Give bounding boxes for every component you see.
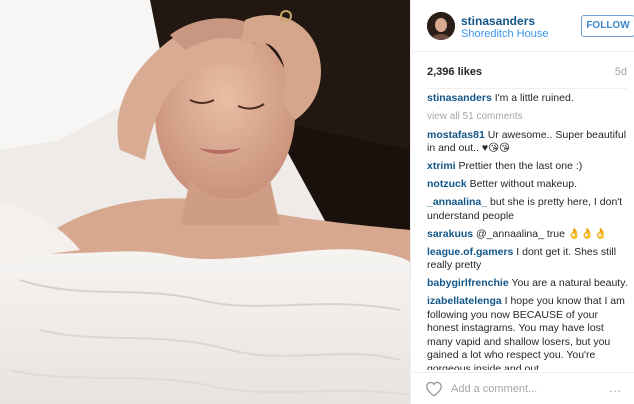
comment-text: You are a natural beauty. [511,277,628,289]
view-all-comments-link[interactable]: view all 51 comments [427,110,631,124]
avatar-image [427,12,455,40]
instagram-post: stinasanders Shoreditch House FOLLOW 2,3… [0,0,634,404]
comment-text: Better without makeup. [469,178,577,190]
comment-item: babygirlfrenchie You are a natural beaut… [427,277,631,291]
comment-user[interactable]: notzuck [427,178,467,190]
post-stats: 2,396 likes 5d [427,64,627,82]
heart-outline-icon[interactable] [425,381,443,397]
comment-text: @_annaalina_ true 👌👌👌 [476,227,608,240]
post-header: stinasanders Shoreditch House FOLLOW [411,0,634,52]
more-options-icon[interactable]: ... [609,381,622,395]
comment-item: xtrimi Prettier then the last one :) [427,160,631,174]
comment-user[interactable]: sarakuus [427,228,473,240]
comment-user[interactable]: xtrimi [427,160,456,172]
comments-list: stinasanders I'm a little ruined. view a… [427,92,631,370]
comment-item: izabellatelenga I hope you know that I a… [427,295,631,370]
avatar[interactable] [427,12,455,40]
comment-user[interactable]: _annaalina_ [427,196,487,208]
comment-text: Prettier then the last one :) [458,160,583,172]
comment-user[interactable]: mostafas81 [427,129,485,141]
caption-text: I'm a little ruined. [494,92,574,104]
comment-item: sarakuus @_annaalina_ true 👌👌👌 [427,228,631,242]
add-comment-bar: ... [411,372,634,404]
location-link[interactable]: Shoreditch House [461,28,548,40]
caption: stinasanders I'm a little ruined. [427,92,631,106]
caption-user[interactable]: stinasanders [427,92,492,104]
comment-user[interactable]: babygirlfrenchie [427,277,509,289]
username-link[interactable]: stinasanders [461,14,535,28]
divider [427,88,627,89]
likes-count[interactable]: 2,396 likes [427,66,482,78]
post-photo[interactable] [0,0,410,404]
post-age: 5d [614,66,627,78]
comment-input[interactable] [451,380,611,398]
post-sidebar: stinasanders Shoreditch House FOLLOW 2,3… [410,0,634,404]
comment-item: league.of.gamers I dont get it. Shes sti… [427,246,631,273]
photo-illustration [0,0,410,404]
comment-item: notzuck Better without makeup. [427,178,631,192]
comment-item: mostafas81 Ur awesome.. Super beautiful … [427,129,631,156]
comment-user[interactable]: league.of.gamers [427,246,513,258]
comment-item: _annaalina_ but she is pretty here, I do… [427,196,631,223]
comment-user[interactable]: izabellatelenga [427,295,502,307]
follow-button[interactable]: FOLLOW [581,15,634,37]
